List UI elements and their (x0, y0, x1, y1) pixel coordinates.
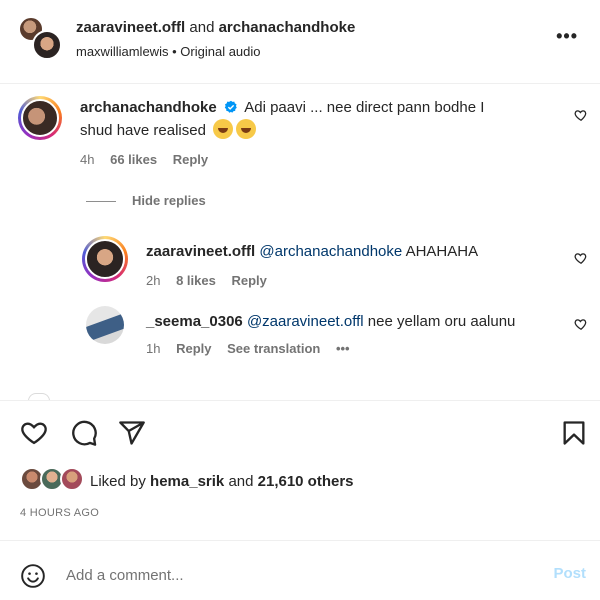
comment-text: archanachandhoke Adi paavi ... nee direc… (80, 97, 560, 142)
see-translation-button[interactable]: See translation (227, 341, 320, 356)
author-username[interactable]: zaaravineet.offl (76, 19, 185, 36)
hide-replies-label: Hide replies (132, 193, 206, 208)
comment-meta: 1h Reply See translation ••• (146, 341, 362, 356)
audio-label[interactable]: Original audio (180, 44, 260, 59)
audio-author[interactable]: maxwilliamlewis (76, 44, 168, 59)
comment-likes[interactable]: 66 likes (110, 152, 157, 167)
author-connector: and (189, 19, 215, 36)
liked-by-others[interactable]: 21,610 others (258, 473, 354, 490)
comment-username[interactable]: zaaravineet.offl (146, 243, 255, 260)
comment-likes[interactable]: 8 likes (176, 273, 216, 288)
laughing-emoji-icon (213, 119, 234, 139)
liked-by-user[interactable]: hema_srik (150, 473, 224, 490)
reply-comment: zaaravineet.offl @archanachandhoke AHAHA… (0, 230, 600, 290)
audio-info: maxwilliamlewis • Original audio (76, 44, 261, 59)
reply-button[interactable]: Reply (231, 273, 266, 288)
reply-comment: _seema_0306 @zaaravineet.offl nee yellam… (0, 300, 600, 360)
avatar[interactable] (32, 30, 62, 60)
comment-time[interactable]: 1h (146, 341, 160, 356)
mention-link[interactable]: @archanachandhoke (259, 243, 402, 260)
liked-by-connector: and (228, 473, 254, 490)
post-timestamp[interactable]: 4 HOURS AGO (20, 507, 99, 519)
like-comment-heart-icon[interactable] (574, 317, 588, 331)
hide-replies-button[interactable]: Hide replies (86, 193, 206, 208)
like-comment-heart-icon[interactable] (574, 251, 588, 265)
collab-avatars[interactable] (18, 16, 62, 60)
separator: • (172, 44, 177, 59)
liked-by-prefix: Liked by (90, 473, 146, 490)
comment-text: zaaravineet.offl @archanachandhoke AHAHA… (146, 241, 566, 263)
laughing-emoji-icon (236, 119, 257, 139)
avatar[interactable] (82, 236, 128, 282)
comment-text: _seema_0306 @zaaravineet.offl nee yellam… (146, 311, 566, 333)
comment-username[interactable]: _seema_0306 (146, 313, 243, 330)
comment-body: AHAHAHA (405, 243, 479, 260)
comment-body: shud have realised (80, 122, 206, 139)
save-bookmark-icon[interactable] (560, 419, 588, 447)
post-button[interactable]: Post (553, 565, 586, 582)
comment-meta: 4h 66 likes Reply (80, 152, 220, 167)
comment-body: Adi paavi ... nee direct pann bodhe I (244, 99, 485, 116)
like-heart-icon[interactable] (20, 419, 48, 447)
more-options-icon[interactable]: ••• (556, 26, 578, 47)
comment-body: nee yellam oru aalunu (367, 313, 516, 330)
avatar (60, 467, 84, 491)
emoji-picker-icon[interactable] (20, 563, 46, 589)
add-comment-bar: Post (0, 540, 600, 600)
share-send-icon[interactable] (118, 419, 146, 447)
comment-username[interactable]: archanachandhoke (80, 99, 217, 116)
liked-by-text: Liked by hema_srik and 21,610 others (90, 473, 354, 490)
like-comment-heart-icon[interactable] (574, 108, 588, 122)
mention-link[interactable]: @zaaravineet.offl (247, 313, 364, 330)
divider (86, 201, 116, 203)
comment-meta: 2h 8 likes Reply (146, 273, 279, 288)
comment-time[interactable]: 2h (146, 273, 160, 288)
avatar[interactable] (18, 96, 62, 140)
more-options-icon[interactable]: ••• (336, 341, 350, 356)
reply-button[interactable]: Reply (176, 341, 211, 356)
verified-badge-icon (224, 100, 237, 113)
post-authors: zaaravineet.offl and archanachandhoke (76, 19, 355, 36)
comment-bubble-icon[interactable] (70, 419, 98, 447)
comment: archanachandhoke Adi paavi ... nee direc… (0, 84, 600, 184)
comment-time[interactable]: 4h (80, 152, 94, 167)
post-header: zaaravineet.offl and archanachandhoke ma… (0, 0, 600, 84)
comment-input[interactable] (66, 561, 526, 589)
avatar[interactable] (86, 306, 124, 344)
author-username[interactable]: archanachandhoke (219, 19, 356, 36)
reply-button[interactable]: Reply (173, 152, 208, 167)
